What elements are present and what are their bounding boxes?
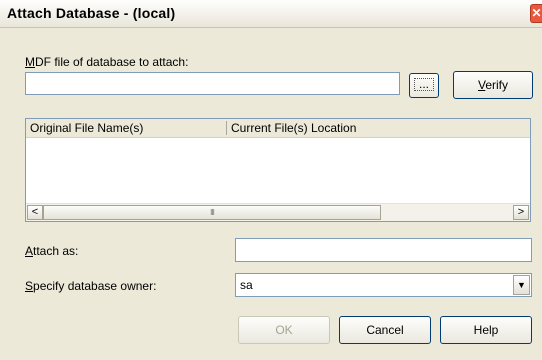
attach-as-mnemonic: A [25, 244, 34, 258]
attach-as-input[interactable] [235, 238, 532, 262]
mdf-label-mnemonic: M [25, 55, 35, 69]
scroll-right-icon[interactable]: > [513, 205, 529, 220]
attach-as-label: Attach as: [25, 244, 78, 258]
mdf-label-text: DF file of database to attach: [35, 55, 189, 69]
owner-label-text: pecify database owner: [33, 279, 157, 293]
owner-mnemonic: S [25, 279, 34, 293]
owner-select[interactable]: sa ▼ [235, 273, 532, 297]
browse-button-label: ... [413, 78, 434, 91]
scroll-left-icon[interactable]: < [27, 205, 43, 220]
close-icon[interactable]: ✕ [530, 4, 542, 23]
mdf-file-input[interactable] [25, 72, 400, 95]
chevron-down-icon[interactable]: ▼ [513, 275, 530, 295]
column-header-original-file[interactable]: Original File Name(s) [26, 119, 226, 137]
browse-button[interactable]: ... [409, 73, 439, 98]
help-button[interactable]: Help [440, 316, 532, 344]
file-list-header: Original File Name(s) Current File(s) Lo… [26, 119, 530, 138]
file-list[interactable]: Original File Name(s) Current File(s) Lo… [25, 118, 531, 222]
attach-as-label-text: ttach as: [33, 244, 79, 258]
mdf-file-label: MDF file of database to attach: [25, 55, 188, 69]
owner-label: Specify database owner: [25, 279, 156, 293]
attach-database-dialog: Attach Database - (local) ✕ MDF file of … [0, 0, 542, 360]
verify-button[interactable]: Verify [453, 71, 533, 99]
column-header-current-location[interactable]: Current File(s) Location [227, 119, 530, 137]
horizontal-scrollbar[interactable]: < III > [26, 203, 530, 221]
scroll-thumb[interactable]: III [43, 205, 381, 220]
cancel-button[interactable]: Cancel [339, 316, 431, 344]
window-title: Attach Database - (local) [7, 5, 176, 21]
verify-label-text: erify [485, 78, 508, 92]
title-bar[interactable]: Attach Database - (local) ✕ [0, 0, 542, 28]
owner-value: sa [240, 278, 253, 292]
ok-button[interactable]: OK [238, 316, 330, 344]
